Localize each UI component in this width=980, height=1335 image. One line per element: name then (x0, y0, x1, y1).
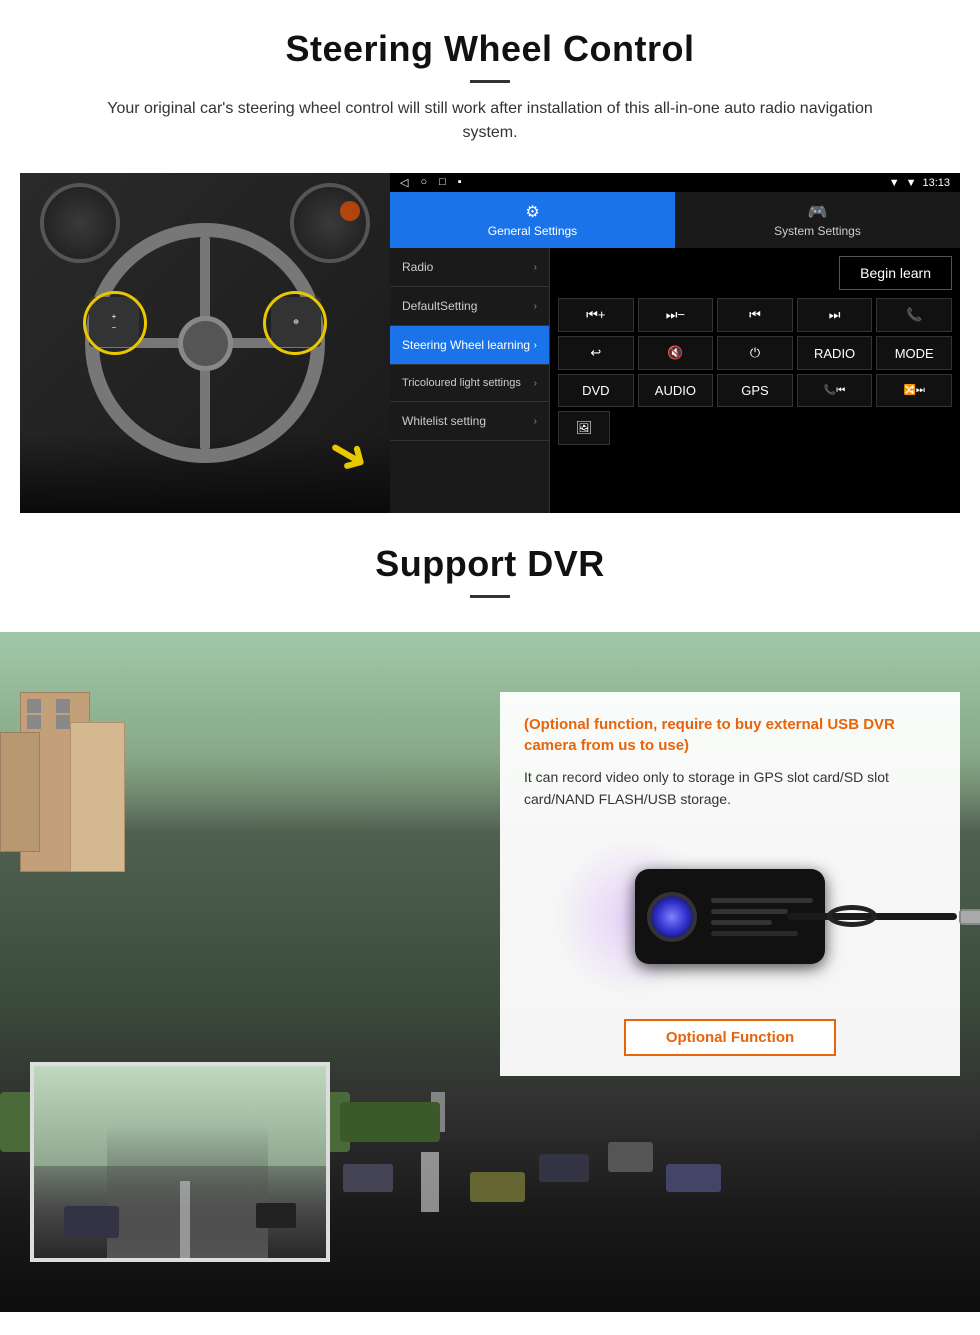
settings-body: Radio › DefaultSetting › Steering Wheel … (390, 248, 960, 513)
recents-icon[interactable]: □ (439, 176, 446, 189)
btn-vol-down[interactable]: ⏭− (638, 298, 714, 332)
btn-hangup[interactable]: ↩ (558, 336, 634, 370)
settings-menu-list: Radio › DefaultSetting › Steering Wheel … (390, 248, 550, 513)
clock: 13:13 (922, 177, 950, 189)
control-buttons-row3: DVD AUDIO GPS 📞⏮ 🔀⏭ (558, 374, 952, 407)
arrow-icon: › (534, 340, 537, 351)
steering-wheel-image: + − ⊕ ➜ (20, 173, 390, 513)
btn-audio[interactable]: AUDIO (638, 374, 714, 407)
section-subtitle: Your original car's steering wheel contr… (80, 97, 900, 145)
gear-icon: ⚙ (390, 202, 675, 222)
dvr-camera-illustration (524, 827, 936, 1007)
steering-section: Steering Wheel Control Your original car… (0, 0, 980, 513)
menu-item-defaultsetting[interactable]: DefaultSetting › (390, 287, 549, 326)
tab-general-settings[interactable]: ⚙ General Settings (390, 192, 675, 248)
nav-icons: ◁ ○ □ ▪ (400, 176, 462, 189)
btn-mode[interactable]: MODE (876, 336, 952, 370)
steering-demo-block: + − ⊕ ➜ ◁ (20, 173, 960, 513)
arrow-icon: › (534, 262, 537, 273)
tab-general-label: General Settings (488, 224, 577, 238)
tab-system-label: System Settings (774, 224, 861, 238)
camera-lens-icon (647, 892, 697, 942)
wifi-icon: ▼ (889, 177, 900, 189)
arrow-icon: › (534, 378, 537, 389)
back-icon[interactable]: ◁ (400, 176, 408, 189)
btn-power[interactable]: ⏻ (717, 336, 793, 370)
dvr-preview-screen (30, 1062, 330, 1262)
btn-shuffle-next[interactable]: 🔀⏭ (876, 374, 952, 407)
btn-phone-prev[interactable]: 📞⏮ (797, 374, 873, 407)
btn-screenshot[interactable]: 🖼 (558, 411, 610, 445)
signal-icon: ▼ (906, 177, 917, 189)
btn-gps[interactable]: GPS (717, 374, 793, 407)
android-settings-panel: ◁ ○ □ ▪ ▼ ▼ 13:13 ⚙ General Settings (390, 173, 960, 513)
btn-next[interactable]: ⏭ (797, 298, 873, 332)
home-icon[interactable]: ○ (420, 176, 427, 189)
page-title: Steering Wheel Control (20, 28, 960, 70)
control-buttons-row4: 🖼 (558, 411, 952, 445)
dvr-info-card: (Optional function, require to buy exter… (500, 692, 960, 1076)
dvr-section: Support DVR (0, 513, 980, 1312)
status-right: ▼ ▼ 13:13 (889, 177, 950, 189)
btn-vol-up[interactable]: ⏮+ (558, 298, 634, 332)
system-icon: 🎮 (675, 202, 960, 222)
menu-icon[interactable]: ▪ (458, 176, 462, 189)
menu-item-tricolour[interactable]: Tricoloured light settings › (390, 365, 549, 402)
dvr-optional-notice: (Optional function, require to buy exter… (524, 714, 936, 756)
dvr-title-area: Support DVR (0, 513, 980, 632)
status-bar: ◁ ○ □ ▪ ▼ ▼ 13:13 (390, 173, 960, 192)
btn-mute[interactable]: 🔇 (638, 336, 714, 370)
btn-radio[interactable]: RADIO (797, 336, 873, 370)
steering-title-area: Steering Wheel Control Your original car… (0, 0, 980, 173)
control-buttons-row1: ⏮+ ⏭− ⏮ ⏭ 📞 (558, 298, 952, 332)
settings-tabs: ⚙ General Settings 🎮 System Settings (390, 192, 960, 248)
usb-plug-icon (959, 909, 980, 925)
control-buttons-row2: ↩ 🔇 ⏻ RADIO MODE (558, 336, 952, 370)
btn-phone[interactable]: 📞 (876, 298, 952, 332)
begin-learn-row: Begin learn (558, 256, 952, 290)
menu-item-radio[interactable]: Radio › (390, 248, 549, 287)
camera-device (635, 869, 825, 964)
optional-function-button[interactable]: Optional Function (624, 1019, 836, 1056)
dvr-description: It can record video only to storage in G… (524, 766, 936, 811)
steering-content-area: Begin learn ⏮+ ⏭− ⏮ ⏭ 📞 ↩ 🔇 ⏻ RADI (550, 248, 960, 513)
dvr-title-divider (470, 595, 510, 598)
menu-item-steering[interactable]: Steering Wheel learning › (390, 326, 549, 365)
begin-learn-button[interactable]: Begin learn (839, 256, 952, 290)
dvr-background-scene: (Optional function, require to buy exter… (0, 632, 980, 1312)
menu-item-whitelist[interactable]: Whitelist setting › (390, 402, 549, 441)
tab-system-settings[interactable]: 🎮 System Settings (675, 192, 960, 248)
arrow-icon: › (534, 416, 537, 427)
btn-prev[interactable]: ⏮ (717, 298, 793, 332)
arrow-icon: › (534, 301, 537, 312)
btn-dvd[interactable]: DVD (558, 374, 634, 407)
dvr-title: Support DVR (20, 543, 960, 585)
dvr-content-area: (Optional function, require to buy exter… (0, 632, 980, 1312)
title-divider (470, 80, 510, 83)
